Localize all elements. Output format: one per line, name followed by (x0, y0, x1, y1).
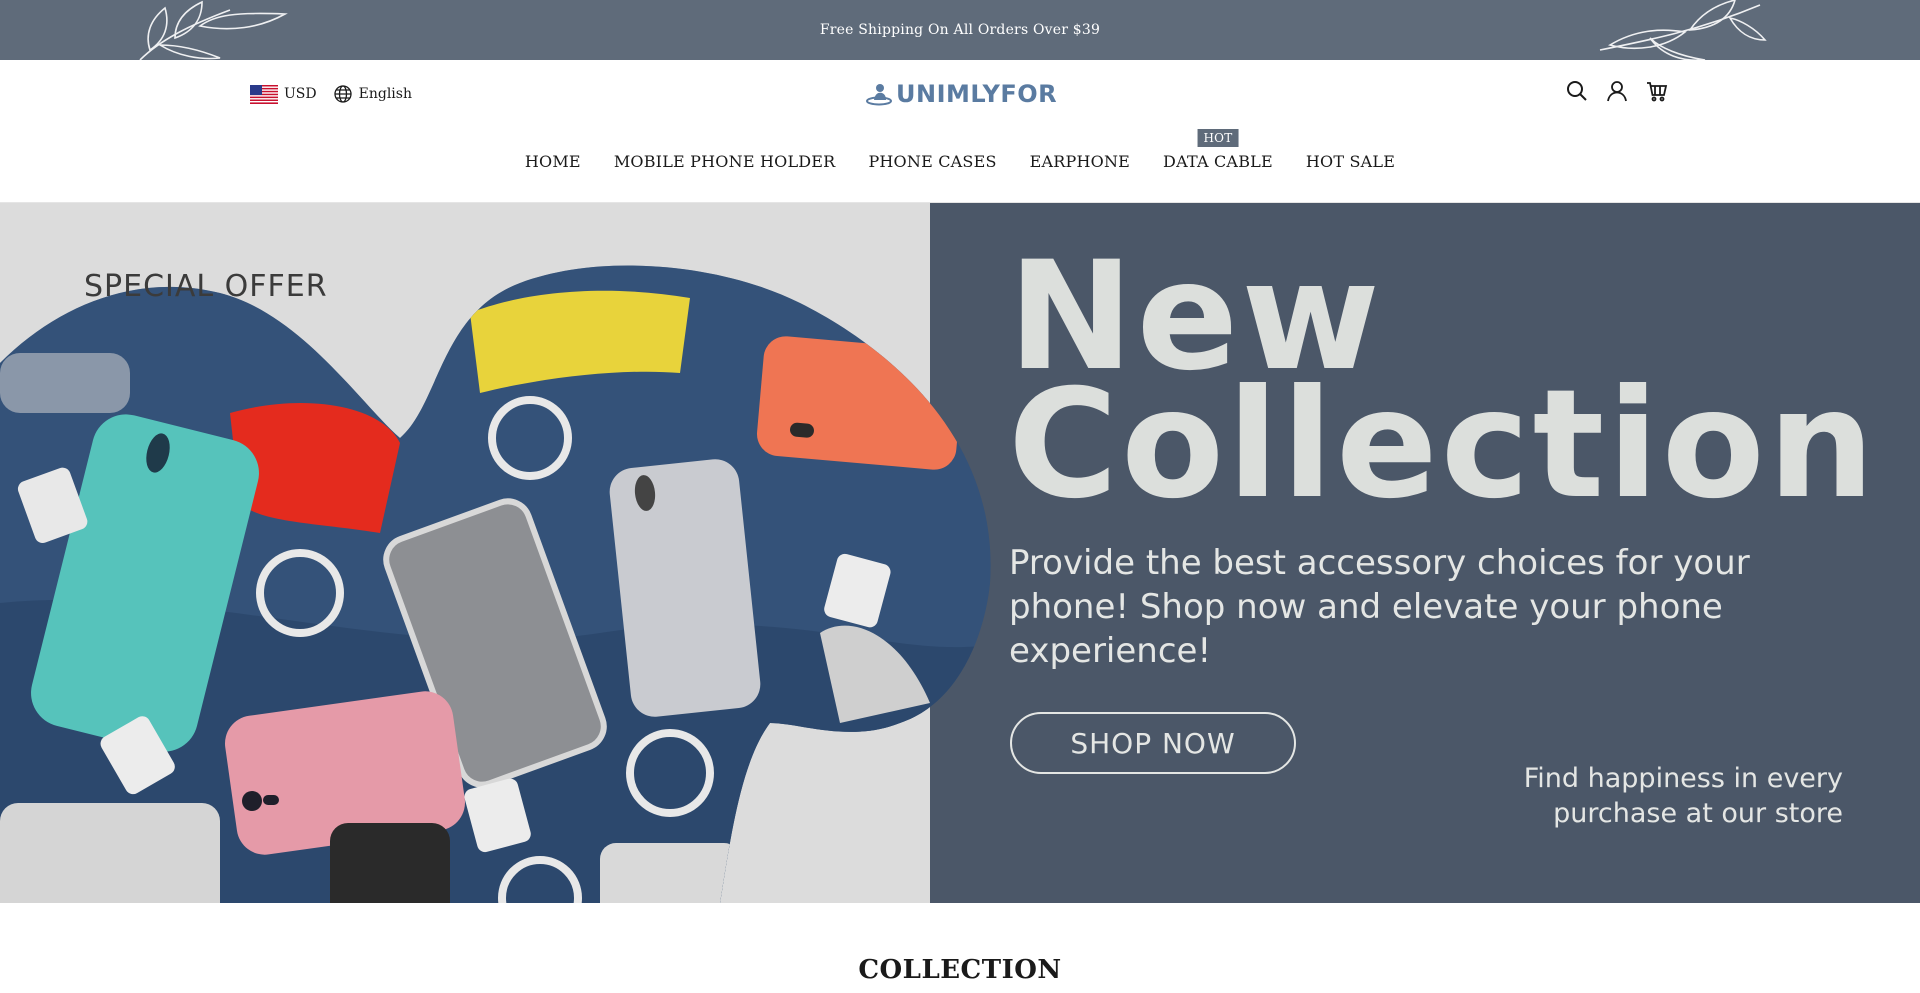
hero-eyebrow: SPECIAL OFFER (84, 269, 328, 304)
nav-item-label: DATA CABLE (1163, 152, 1273, 171)
leaf-decoration-icon (1599, 0, 1767, 60)
main-navigation: HOME MOBILE PHONE HOLDER PHONE CASES EAR… (0, 129, 1920, 171)
collection-heading: COLLECTION (858, 955, 1062, 985)
language-label: English (358, 86, 412, 102)
hero-product-photo (0, 265, 991, 903)
header-actions (1566, 80, 1668, 102)
site-header: USD English UNIMLYFOR HOME MOBILE PHONE … (0, 60, 1920, 203)
us-flag-icon (250, 84, 278, 104)
hero-title: New Collection (1008, 242, 1878, 532)
shop-now-button[interactable]: SHOP NOW (1010, 712, 1296, 774)
site-logo[interactable]: UNIMLYFOR (866, 80, 1057, 108)
hero-tagline-line1: Find happiness in every (1523, 763, 1843, 794)
search-icon[interactable] (1566, 80, 1588, 102)
nav-item-phone-cases[interactable]: PHONE CASES (868, 152, 996, 171)
nav-item-hot-sale[interactable]: HOT SALE (1306, 152, 1395, 171)
hero-subtitle: Provide the best accessory choices for y… (1009, 543, 1750, 671)
language-selector[interactable]: English (333, 84, 412, 104)
hot-badge: HOT (1197, 129, 1239, 147)
announcement-bar: Free Shipping On All Orders Over $39 (0, 0, 1920, 60)
locale-switcher: USD English (250, 84, 412, 104)
hero-tagline: Find happiness in every purchase at our … (1430, 761, 1843, 831)
hero-tagline-line2: purchase at our store (1553, 798, 1843, 829)
nav-item-mobile-phone-holder[interactable]: MOBILE PHONE HOLDER (614, 152, 836, 171)
hero-banner: SPECIAL OFFER New Collection Provide the… (0, 203, 1920, 903)
currency-selector[interactable]: USD (250, 84, 317, 104)
logo-mark-icon (866, 84, 892, 106)
leaf-decoration-icon (139, 0, 288, 60)
nav-item-home[interactable]: HOME (525, 152, 581, 171)
nav-item-earphone[interactable]: EARPHONE (1030, 152, 1130, 171)
logo-text: UNIMLYFOR (896, 80, 1058, 108)
nav-item-data-cable[interactable]: HOT DATA CABLE (1163, 129, 1273, 171)
currency-label: USD (284, 86, 317, 102)
announcement-text: Free Shipping On All Orders Over $39 (819, 22, 1101, 38)
cart-icon[interactable] (1646, 80, 1668, 102)
hero-title-line2: Collection (1008, 358, 1878, 532)
globe-icon (333, 85, 352, 103)
account-icon[interactable] (1606, 80, 1628, 102)
